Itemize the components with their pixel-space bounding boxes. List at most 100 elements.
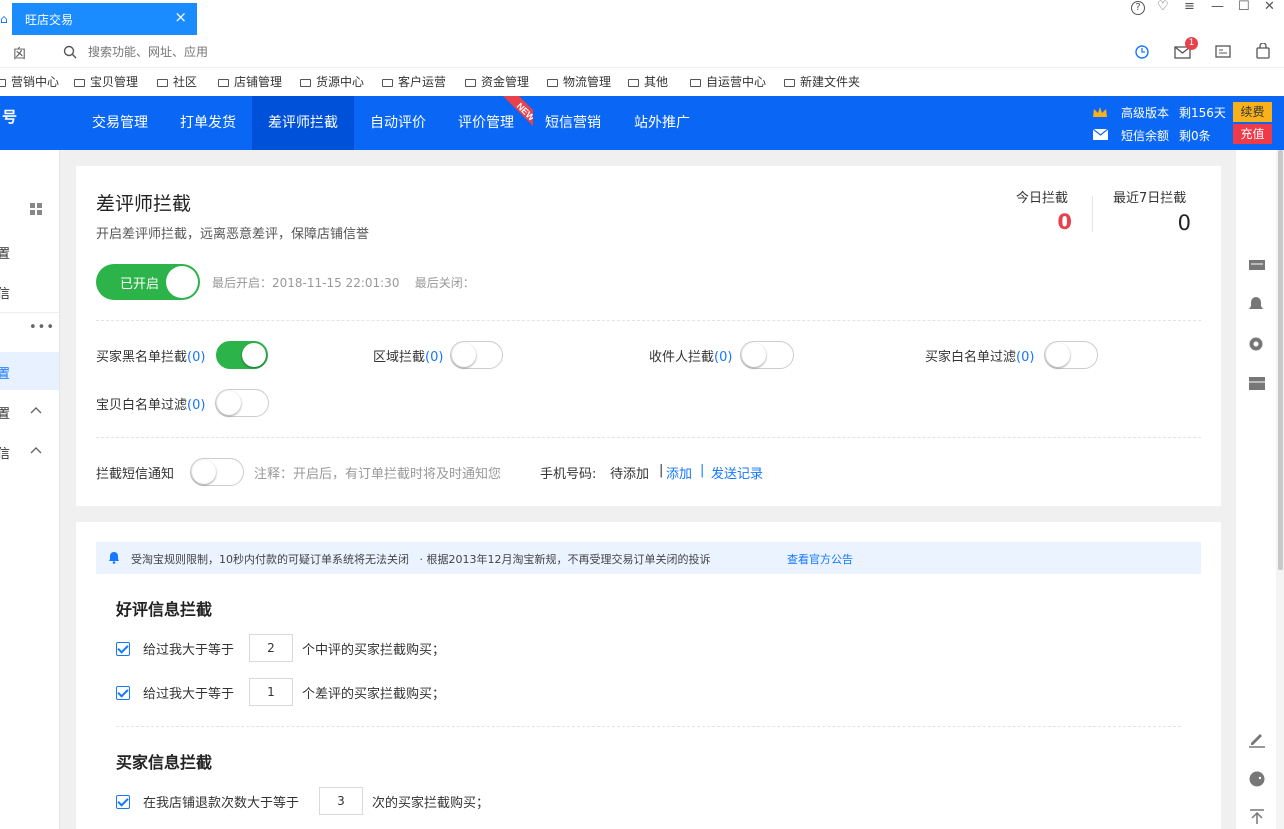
nav-item-intercept[interactable]: 差评师拦截 [252,96,354,150]
bookmark-item[interactable]: 资金管理 [465,73,529,90]
bookmark-bar: 营销中心 宝贝管理 社区 店铺管理 货源中心 客户运营 资金管理 物流管理 其他… [0,68,1284,96]
sidebar-item-active[interactable]: 置 [0,352,59,390]
menu-icon[interactable]: ≡ [1184,0,1195,16]
divider [96,320,1201,321]
sidebar-item[interactable]: 置 [0,243,10,262]
nav-icon[interactable]: 囟 [13,43,26,62]
nav-item-sms[interactable]: 短信营销 [545,96,601,150]
back-to-top-icon[interactable] [1248,808,1266,826]
edit-icon[interactable] [1248,730,1266,748]
tab-active[interactable]: 旺店交易 × [12,3,197,35]
rule-prefix: 在我店铺退款次数大于等于 [143,796,300,811]
crown-icon [1093,107,1107,117]
skin-icon[interactable]: ♡ [1157,0,1169,16]
logo: 号 [2,108,18,126]
stats-divider [1092,196,1093,232]
rule-suffix: 个差评的买家拦截购买； [302,687,446,702]
mail-badge: 1 [1185,37,1198,50]
master-switch[interactable]: 已开启 [96,264,200,300]
bookmark-item[interactable]: 货源中心 [300,73,364,90]
bell-icon[interactable] [1248,296,1264,312]
page-subtitle: 开启差评师拦截，远离恶意差评，保障店铺信誉 [96,227,370,242]
sidebar-item[interactable]: 信 [0,443,10,462]
bookmark-item[interactable]: 自运营中心 [690,73,766,90]
bag-icon[interactable] [1256,43,1270,59]
chat-icon[interactable] [1248,770,1266,788]
bad-review-count-input[interactable]: 1 [249,678,293,706]
toggle-receiver[interactable] [740,341,794,369]
sidebar-item[interactable]: 信 [0,283,10,302]
sms-balance-label: 短信余额 [1121,129,1170,143]
tab-close-icon[interactable]: × [174,8,187,26]
grid-icon[interactable] [30,203,42,215]
folder-icon [74,79,85,87]
add-phone-link[interactable]: 添加 [666,463,692,482]
recharge-button[interactable]: 充值 [1233,124,1272,144]
send-record-link[interactable]: 发送记录 [711,463,763,482]
tab-bar: ⌂ 旺店交易 × ? ♡ ≡ — ☐ ✕ [0,0,1284,36]
section-title-good: 好评信息拦截 [116,600,213,619]
home-icon[interactable]: ⌂ [0,6,10,32]
toggle-item-whitelist[interactable] [215,389,269,417]
bookmark-item[interactable]: 社区 [157,73,197,90]
scrollbar-thumb[interactable] [1278,150,1283,570]
main-nav: 号 交易管理 打单发货 差评师拦截 自动评价 评价管理 短信营销 站外推广 高级… [0,96,1284,150]
notice-text: 受淘宝规则限制，10秒内付款的可疑订单系统将无法关闭 · 根据2013年12月淘… [131,553,711,566]
rules-panel: 受淘宝规则限制，10秒内付款的可疑订单系统将无法关闭 · 根据2013年12月淘… [76,522,1221,829]
bookmark-item[interactable]: 店铺管理 [218,73,282,90]
option-label-blacklist: 买家黑名单拦截(0) [96,350,206,365]
bookmark-item[interactable]: 物流管理 [547,73,611,90]
official-notice-link[interactable]: 查看官方公告 [787,551,853,567]
close-icon[interactable]: ✕ [1264,0,1275,16]
clock-icon[interactable] [1134,44,1150,60]
toggle-blacklist[interactable] [216,341,268,369]
nav-item-promotion[interactable]: 站外推广 [634,96,690,150]
rule-prefix: 给过我大于等于 [143,643,235,658]
bell-icon [109,552,119,564]
gear-icon[interactable] [1248,336,1264,352]
more-icon[interactable]: ••• [29,320,55,335]
rule-checkbox[interactable] [116,642,130,656]
nav-item-auto-review[interactable]: 自动评价 [370,96,426,150]
bookmark-item[interactable]: 客户运营 [382,73,446,90]
page-title: 差评师拦截 [96,193,192,215]
bookmark-item[interactable]: 新建文件夹 [784,73,860,90]
toggle-region[interactable] [450,341,503,369]
chevron-up-icon[interactable] [30,406,42,414]
rule-checkbox[interactable] [116,795,130,809]
help-icon[interactable]: ? [1131,1,1145,15]
card-icon[interactable] [1215,45,1231,59]
refund-count-input[interactable]: 3 [319,787,363,815]
switch-knob [166,266,198,298]
right-toolbar [1236,150,1276,829]
box-icon[interactable] [1248,376,1266,391]
section-title-buyer: 买家信息拦截 [116,753,213,772]
divider [116,726,1181,727]
rule-checkbox[interactable] [116,686,130,700]
chevron-up-icon[interactable] [30,446,42,454]
new-tag: NEW [499,96,537,132]
search-icon [63,45,77,59]
nav-item-print[interactable]: 打单发货 [180,96,236,150]
bookmark-item[interactable]: 宝贝管理 [74,73,138,90]
option-label-whitelist: 买家白名单过滤(0) [925,350,1035,365]
toggle-whitelist[interactable] [1044,341,1098,369]
ticket-icon[interactable] [1248,258,1266,272]
master-switch-label: 已开启 [120,277,160,292]
toggle-sms-notify[interactable] [190,458,244,486]
mid-review-count-input[interactable]: 2 [249,634,293,662]
sidebar-item[interactable]: 置 [0,403,10,422]
scrollbar[interactable] [1276,150,1284,829]
tab-title: 旺店交易 [25,13,74,27]
maximize-icon[interactable]: ☐ [1238,0,1250,16]
search-input[interactable] [88,42,388,62]
nav-item-trade[interactable]: 交易管理 [92,96,148,150]
rule-suffix: 次的买家拦截购买； [372,796,490,811]
week-label: 最近7日拦截 [1113,191,1187,206]
minimize-icon[interactable]: — [1211,0,1224,16]
bookmark-item[interactable]: 其他 [628,73,668,90]
bookmark-item[interactable]: 营销中心 [0,73,59,90]
renew-button[interactable]: 续费 [1233,102,1272,122]
sidebar-divider [0,312,59,313]
folder-icon [628,79,639,87]
